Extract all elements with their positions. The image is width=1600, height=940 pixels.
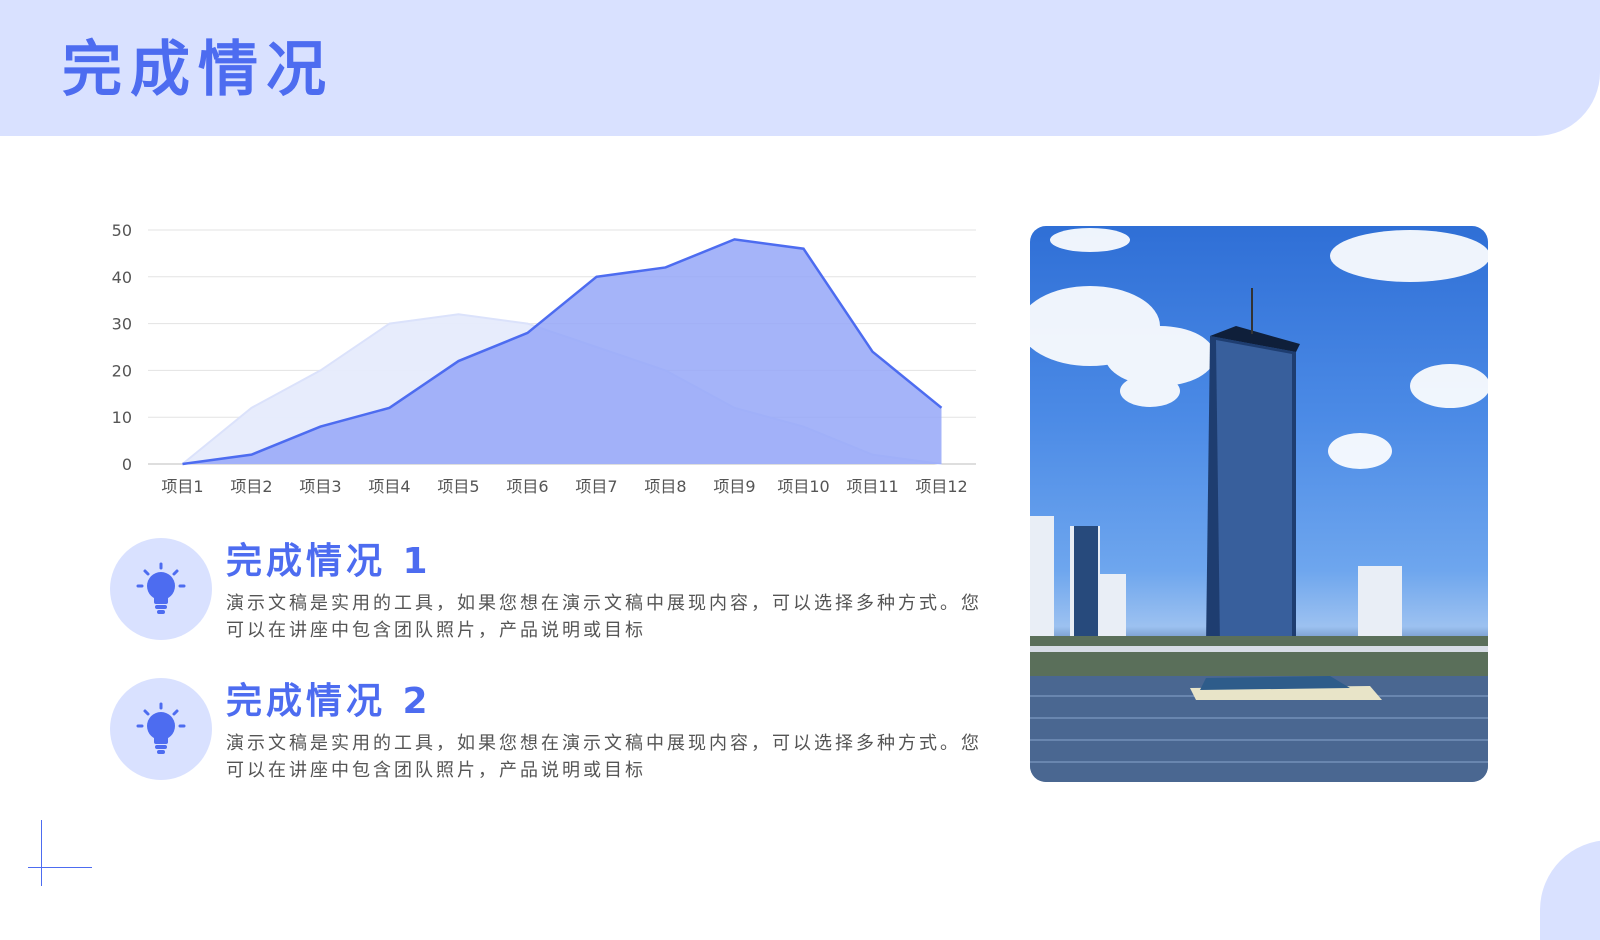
x-tick-label: 项目10 bbox=[777, 477, 829, 496]
completion-item-2: 完成情况 2 演示文稿是实用的工具，如果您想在演示文稿中展现内容，可以选择多种方… bbox=[110, 678, 990, 782]
icon-badge bbox=[110, 678, 212, 780]
x-tick-label: 项目8 bbox=[644, 477, 686, 496]
x-tick-label: 项目6 bbox=[506, 477, 548, 496]
chart-areas bbox=[181, 238, 943, 466]
corner-decoration bbox=[1540, 840, 1600, 940]
item-title: 完成情况 2 bbox=[226, 681, 432, 722]
header-band: 完成情况 bbox=[0, 0, 1600, 136]
crosshair-decoration-vertical bbox=[41, 820, 42, 886]
item-description: 演示文稿是实用的工具，如果您想在演示文稿中展现内容，可以选择多种方式。您可以在讲… bbox=[226, 733, 982, 781]
page-title: 完成情况 bbox=[62, 35, 334, 105]
crosshair-decoration-horizontal bbox=[28, 867, 92, 868]
x-tick-label: 项目11 bbox=[846, 477, 898, 496]
lightbulb-icon bbox=[136, 702, 186, 754]
y-tick-label: 20 bbox=[112, 361, 132, 380]
city-photo-illustration bbox=[1030, 228, 1488, 782]
icon-badge bbox=[110, 538, 212, 640]
x-tick-label: 项目3 bbox=[299, 477, 341, 496]
y-tick-label: 10 bbox=[112, 408, 132, 427]
x-tick-label: 项目2 bbox=[230, 477, 272, 496]
y-tick-label: 40 bbox=[112, 268, 132, 287]
x-tick-label: 项目7 bbox=[575, 477, 617, 496]
city-photo bbox=[1030, 226, 1488, 782]
completion-item-1: 完成情况 1 演示文稿是实用的工具，如果您想在演示文稿中展现内容，可以选择多种方… bbox=[110, 538, 990, 642]
x-tick-label: 项目12 bbox=[915, 477, 967, 496]
area-chart: 0 10 20 30 40 50 项目1 项目2 项目3 项目4 项目5 项目6 项目7 项目8 项目9 项目… bbox=[112, 221, 976, 496]
y-tick-label: 0 bbox=[122, 455, 132, 474]
x-tick-label: 项目5 bbox=[437, 477, 479, 496]
item-title: 完成情况 1 bbox=[226, 541, 432, 582]
x-tick-label: 项目4 bbox=[368, 477, 410, 496]
lightbulb-icon bbox=[136, 562, 186, 614]
x-tick-label: 项目1 bbox=[161, 477, 203, 496]
y-tick-label: 50 bbox=[112, 221, 132, 240]
item-description: 演示文稿是实用的工具，如果您想在演示文稿中展现内容，可以选择多种方式。您可以在讲… bbox=[226, 593, 982, 641]
x-tick-label: 项目9 bbox=[713, 477, 755, 496]
y-tick-label: 30 bbox=[112, 315, 132, 334]
